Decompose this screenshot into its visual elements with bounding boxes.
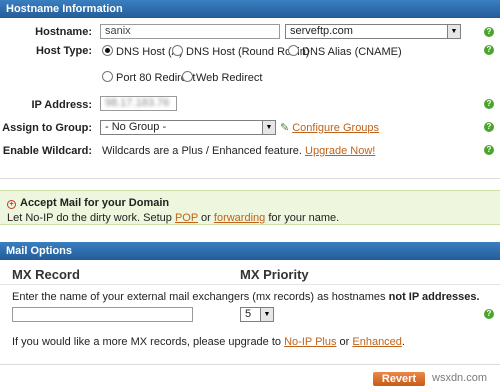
expand-icon[interactable]: +: [7, 200, 16, 209]
help-icon[interactable]: ?: [484, 45, 494, 55]
divider: [0, 284, 500, 285]
wildcard-text: Wildcards are a Plus / Enhanced feature.: [102, 145, 302, 157]
radio-icon[interactable]: [182, 71, 193, 82]
upgrade-now-link[interactable]: Upgrade Now!: [305, 145, 375, 157]
pop-link[interactable]: POP: [175, 212, 198, 224]
ip-address-value: 98.17.183.76: [105, 97, 170, 109]
group-select-value: - No Group -: [105, 121, 167, 133]
radio-icon[interactable]: [288, 45, 299, 56]
mx-priority-header: MX Priority: [240, 267, 309, 282]
more-mx-text: If you would like a more MX records, ple…: [12, 336, 405, 348]
mx-priority-value: 5: [245, 308, 252, 320]
wildcard-label: Enable Wildcard:: [2, 145, 92, 157]
revert-button[interactable]: Revert: [373, 372, 425, 386]
host-type-option-cname-label: DNS Alias (CNAME): [302, 46, 402, 58]
chevron-down-icon: ▼: [262, 121, 275, 134]
forwarding-link[interactable]: forwarding: [214, 212, 265, 224]
or-text: or: [339, 336, 350, 348]
watermark: wsxdn.com: [432, 372, 488, 384]
accept-mail-title: Accept Mail for your Domain: [20, 197, 170, 209]
host-type-label: Host Type:: [35, 45, 92, 57]
enhanced-link[interactable]: Enhanced: [352, 336, 402, 348]
hostname-input[interactable]: sanix: [100, 24, 280, 39]
hostname-label: Hostname:: [35, 26, 92, 38]
mx-instruction: Enter the name of your external mail exc…: [12, 291, 480, 303]
domain-select-value: serveftp.com: [290, 25, 353, 37]
divider: [0, 178, 500, 179]
help-icon[interactable]: ?: [484, 99, 494, 109]
configure-groups-link[interactable]: ✎ Configure Groups: [280, 121, 379, 134]
configure-groups-text[interactable]: Configure Groups: [292, 122, 379, 134]
chevron-down-icon: ▼: [447, 25, 460, 38]
help-icon[interactable]: ?: [484, 145, 494, 155]
ip-address-input[interactable]: 98.17.183.76: [100, 96, 177, 111]
radio-icon[interactable]: [102, 71, 113, 82]
divider: [0, 364, 500, 365]
accept-mail-text: Let No-IP do the dirty work. Setup POP o…: [7, 212, 339, 224]
help-icon[interactable]: ?: [484, 309, 494, 319]
host-type-option-web-redirect-label: Web Redirect: [196, 72, 263, 84]
mx-record-input[interactable]: [12, 307, 193, 322]
or-text: or: [201, 212, 211, 224]
accept-mail-title-row[interactable]: + Accept Mail for your Domain: [7, 197, 169, 209]
mail-options-header: Mail Options: [0, 242, 500, 260]
radio-icon[interactable]: [172, 45, 183, 56]
mx-priority-select[interactable]: 5 ▼: [240, 307, 274, 322]
host-type-option-web-redirect[interactable]: Web Redirect: [182, 71, 262, 84]
radio-selected-icon[interactable]: [102, 45, 113, 56]
edit-icon: ✎: [280, 122, 290, 134]
accept-mail-prefix: Let No-IP do the dirty work. Setup: [7, 212, 172, 224]
help-icon[interactable]: ?: [484, 27, 494, 37]
ip-address-label: IP Address:: [31, 99, 92, 111]
more-mx-prefix: If you would like a more MX records, ple…: [12, 336, 282, 348]
assign-group-label: Assign to Group:: [2, 122, 92, 134]
mx-instruction-text: Enter the name of your external mail exc…: [12, 291, 386, 303]
mx-record-header: MX Record: [12, 267, 80, 282]
more-mx-suffix: .: [401, 336, 405, 348]
domain-select[interactable]: serveftp.com ▼: [285, 24, 461, 39]
noip-plus-link[interactable]: No-IP Plus: [284, 336, 336, 348]
hostname-info-header: Hostname Information: [0, 0, 500, 18]
chevron-down-icon: ▼: [260, 308, 273, 321]
host-type-option-cname[interactable]: DNS Alias (CNAME): [288, 45, 402, 58]
group-select[interactable]: - No Group - ▼: [100, 120, 276, 135]
wildcard-info: Wildcards are a Plus / Enhanced feature.…: [102, 145, 375, 157]
accept-mail-suffix: for your name.: [268, 212, 340, 224]
host-type-option-a[interactable]: DNS Host (A): [102, 45, 183, 58]
help-icon[interactable]: ?: [484, 122, 494, 132]
mx-instruction-bold: not IP addresses.: [388, 291, 480, 303]
